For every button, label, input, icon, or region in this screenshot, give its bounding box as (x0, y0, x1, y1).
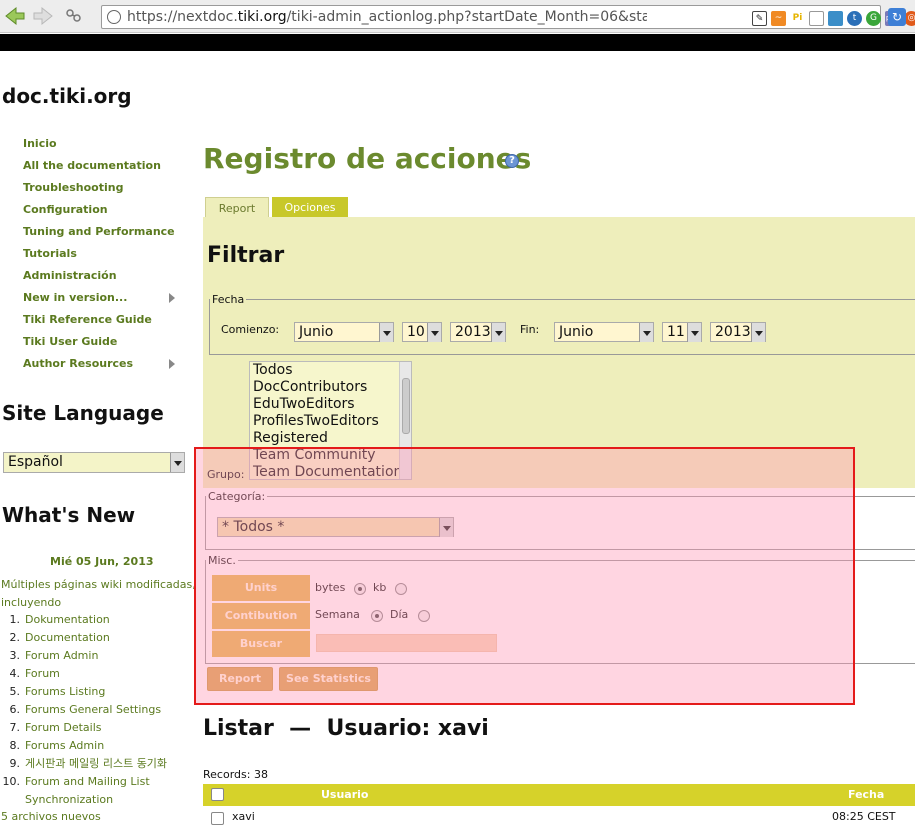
row-fecha: 08:25 CEST (832, 810, 896, 823)
group-option[interactable]: ProfilesTwoEditors (250, 413, 411, 430)
sidebar-menu: Inicio All the documentation Troubleshoo… (23, 135, 183, 377)
menu-item-author-resources[interactable]: Author Resources (23, 355, 183, 377)
start-day-select[interactable]: 10 (402, 322, 442, 342)
page-icon[interactable] (809, 10, 824, 26)
list-item[interactable]: 5. Forums Listing (0, 683, 195, 701)
scrollbar-thumb[interactable] (402, 378, 410, 434)
back-arrow-icon (5, 6, 25, 26)
chevron-down-icon[interactable] (639, 323, 653, 342)
menu-item-inicio[interactable]: Inicio (23, 135, 183, 157)
list-item[interactable]: 3. Forum Admin (0, 647, 195, 665)
list-heading: Listar — Usuario: xavi (203, 716, 489, 741)
whats-new-intro: Múltiples páginas wiki modificadas, incl… (1, 578, 196, 609)
menu-item-administracion[interactable]: Administración (23, 267, 183, 289)
menu-item-tutorials[interactable]: Tutorials (23, 245, 183, 267)
records-count: Records: 38 (203, 768, 268, 781)
browser-toolbar: https://nextdoc.tiki.org/tiki-admin_acti… (0, 0, 915, 33)
whats-new-date: Mié 05 Jun, 2013 (50, 555, 154, 568)
tab-opciones[interactable]: Opciones (272, 197, 348, 218)
highlight-box (194, 447, 855, 705)
globe-icon (107, 10, 121, 24)
forward-arrow-icon (33, 6, 53, 26)
site-title[interactable]: doc.tiki.org (2, 84, 132, 108)
help-icon[interactable]: ? (505, 154, 519, 168)
chevron-down-icon[interactable] (491, 323, 505, 342)
whats-new-footer[interactable]: 5 archivos nuevos (1, 810, 101, 823)
list-item[interactable]: 10. Forum and Mailing List (0, 773, 195, 791)
chevron-down-icon[interactable] (751, 323, 765, 342)
tiki-icon[interactable]: t (847, 10, 862, 26)
start-year-select[interactable]: 2013 (450, 322, 506, 342)
select-all-checkbox[interactable] (211, 788, 224, 801)
list-item[interactable]: 1. Dokumentation (0, 611, 195, 629)
list-item[interactable]: 9. 게시판과 메일링 리스트 동기화 (0, 755, 195, 773)
menu-item-new-in-version[interactable]: New in version... (23, 289, 183, 311)
menu-item-reference-guide[interactable]: Tiki Reference Guide (23, 311, 183, 333)
list-item[interactable]: Synchronization (0, 791, 195, 809)
chevron-down-icon[interactable] (379, 323, 393, 342)
language-select[interactable]: Español (3, 452, 185, 473)
filter-heading: Filtrar (207, 243, 285, 268)
list-item[interactable]: 7. Forum Details (0, 719, 195, 737)
start-month-select[interactable]: Junio (294, 322, 394, 342)
page-title: Registro de acciones (203, 142, 532, 175)
group-option[interactable]: EduTwoEditors (250, 396, 411, 413)
table-header: Usuario Fecha (203, 784, 915, 806)
group-option[interactable]: Registered (250, 430, 411, 447)
chevron-down-icon[interactable] (170, 453, 184, 472)
start-label: Comienzo: (221, 323, 280, 336)
column-usuario[interactable]: Usuario (321, 788, 369, 801)
whats-new-list: 1. Dokumentation 2. Documentation 3. Forum … (0, 611, 195, 809)
page: https://nextdoc.tiki.org/tiki-admin_acti… (0, 0, 915, 825)
list-item[interactable]: 6. Forums General Settings (0, 701, 195, 719)
url-bar[interactable]: https://nextdoc.tiki.org/tiki-admin_acti… (101, 5, 915, 29)
submenu-arrow-icon[interactable] (169, 293, 175, 303)
end-month-select[interactable]: Junio (554, 322, 654, 342)
menu-item-user-guide[interactable]: Tiki User Guide (23, 333, 183, 355)
column-fecha[interactable]: Fecha (848, 788, 884, 801)
end-year-select[interactable]: 2013 (710, 322, 766, 342)
site-language-heading: Site Language (2, 401, 164, 425)
end-day-select[interactable]: 11 (662, 322, 702, 342)
tab-report[interactable]: Report (205, 197, 269, 218)
whats-new-heading: What's New (2, 503, 136, 527)
menu-item-all-documentation[interactable]: All the documentation (23, 157, 183, 179)
date-legend: Fecha (212, 293, 245, 306)
menu-item-troubleshooting[interactable]: Troubleshooting (23, 179, 183, 201)
history-icon[interactable] (64, 7, 84, 25)
top-bar (0, 34, 915, 51)
g-icon[interactable]: G (866, 10, 881, 26)
back-button[interactable] (2, 5, 26, 27)
submenu-arrow-icon[interactable] (169, 359, 175, 369)
chevron-down-icon[interactable] (427, 323, 441, 342)
feed-icon[interactable]: ~ (771, 10, 786, 26)
pin-icon[interactable]: ✎ (752, 10, 767, 26)
reload-icon[interactable]: ↻ (888, 8, 906, 26)
forward-button[interactable] (32, 5, 56, 27)
image-icon[interactable] (828, 10, 843, 26)
menu-item-configuration[interactable]: Configuration (23, 201, 183, 223)
row-usuario: xavi (232, 810, 255, 823)
url-text[interactable]: https://nextdoc.tiki.org/tiki-admin_acti… (127, 9, 647, 25)
group-option[interactable]: Todos (250, 362, 411, 379)
table-row: xavi 08:25 CEST (203, 808, 915, 825)
end-label: Fin: (520, 323, 540, 336)
group-option[interactable]: DocContributors (250, 379, 411, 396)
list-item[interactable]: 2. Documentation (0, 629, 195, 647)
chevron-down-icon[interactable] (687, 323, 701, 342)
list-item[interactable]: 8. Forums Admin (0, 737, 195, 755)
menu-item-tuning[interactable]: Tuning and Performance (23, 223, 183, 245)
list-item[interactable]: 4. Forum (0, 665, 195, 683)
pi-icon[interactable]: Pi (790, 10, 805, 26)
row-checkbox[interactable] (211, 812, 224, 825)
